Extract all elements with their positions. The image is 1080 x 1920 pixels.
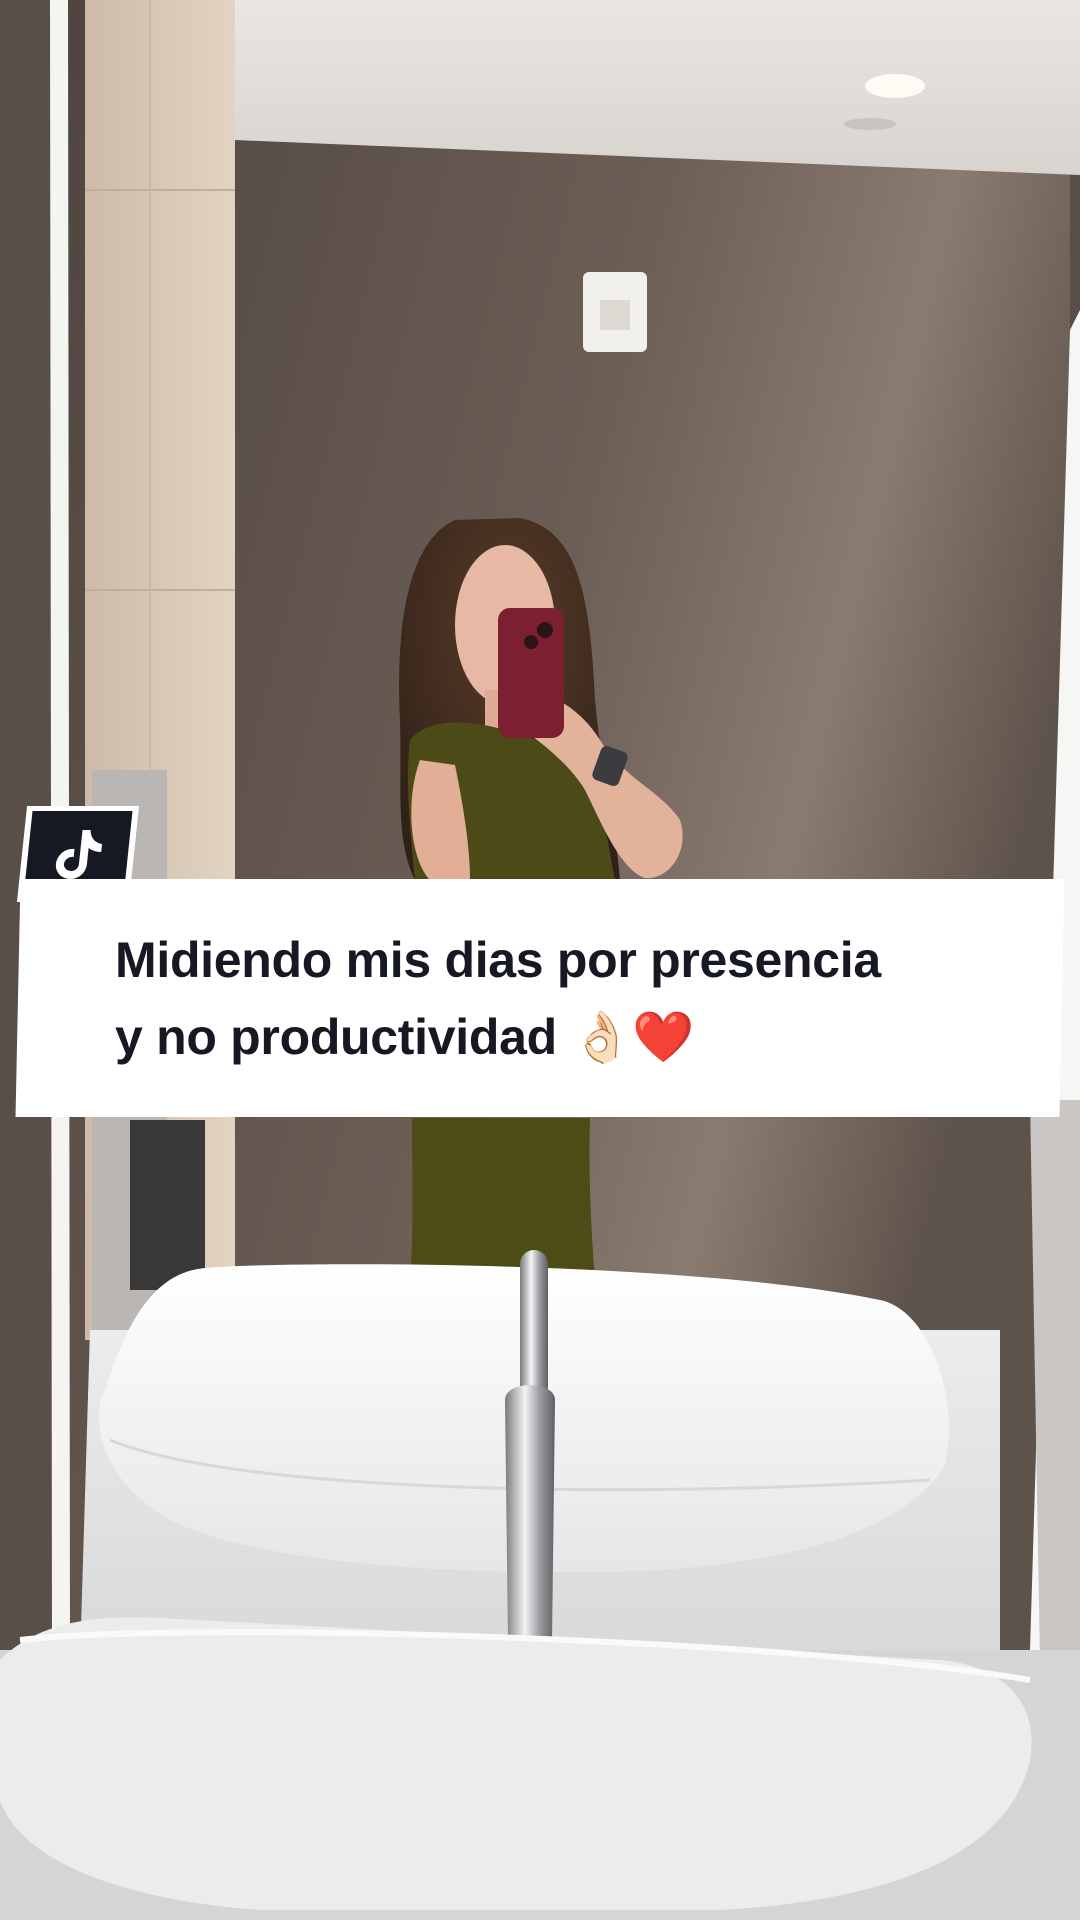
caption-line-2-text: y no productividad [115, 1009, 557, 1065]
caption-text: Midiendo mis dias por presencia y no pro… [115, 922, 1015, 1076]
tiktok-logo-icon [55, 830, 103, 879]
video-frame: Midiendo mis dias por presencia y no pro… [0, 0, 1080, 1920]
caption-emojis: 👌🏻❤️ [570, 1009, 695, 1065]
caption-line-1: Midiendo mis dias por presencia [115, 932, 881, 988]
caption-line-2: y no productividad 👌🏻❤️ [115, 999, 1015, 1076]
